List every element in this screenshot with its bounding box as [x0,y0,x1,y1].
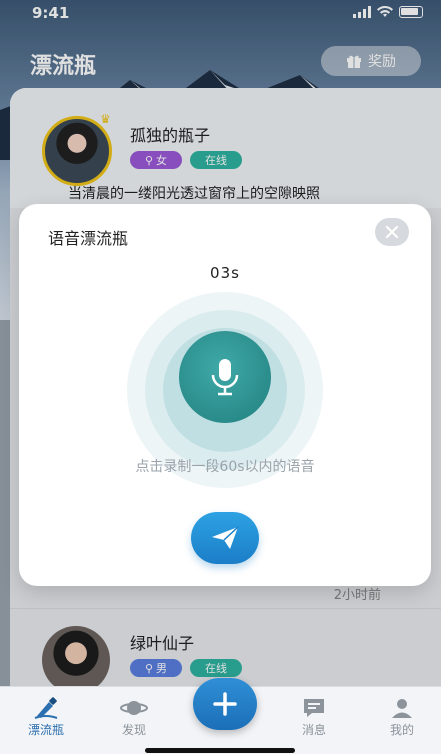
record-button[interactable] [179,331,271,423]
recording-timer: 03s [210,264,240,282]
voice-bottle-modal: 语音漂流瓶 03s 点击录制一段60s以内的语音 [19,204,431,586]
tab-label: 我的 [389,723,414,737]
paper-plane-icon [212,526,239,549]
tab-messages[interactable]: 消息 [284,695,344,738]
tab-label: 消息 [301,723,326,737]
tab-label: 漂流瓶 [27,723,64,737]
profile-icon [392,699,412,718]
tab-bottle[interactable]: 漂流瓶 [16,695,76,738]
microphone-icon [211,359,239,396]
add-bottle-button[interactable] [193,678,257,730]
bottle-icon [34,697,58,719]
tab-profile[interactable]: 我的 [372,695,432,738]
close-icon [385,225,399,239]
close-button[interactable] [375,218,409,246]
modal-title: 语音漂流瓶 [48,229,129,248]
tab-label: 发现 [121,723,146,737]
send-button[interactable] [191,512,259,564]
home-indicator [145,748,295,753]
planet-icon [120,701,148,715]
message-icon [304,699,324,717]
plus-icon [213,692,237,716]
record-hint: 点击录制一段60s以内的语音 [135,459,315,475]
tab-discover[interactable]: 发现 [104,695,164,738]
